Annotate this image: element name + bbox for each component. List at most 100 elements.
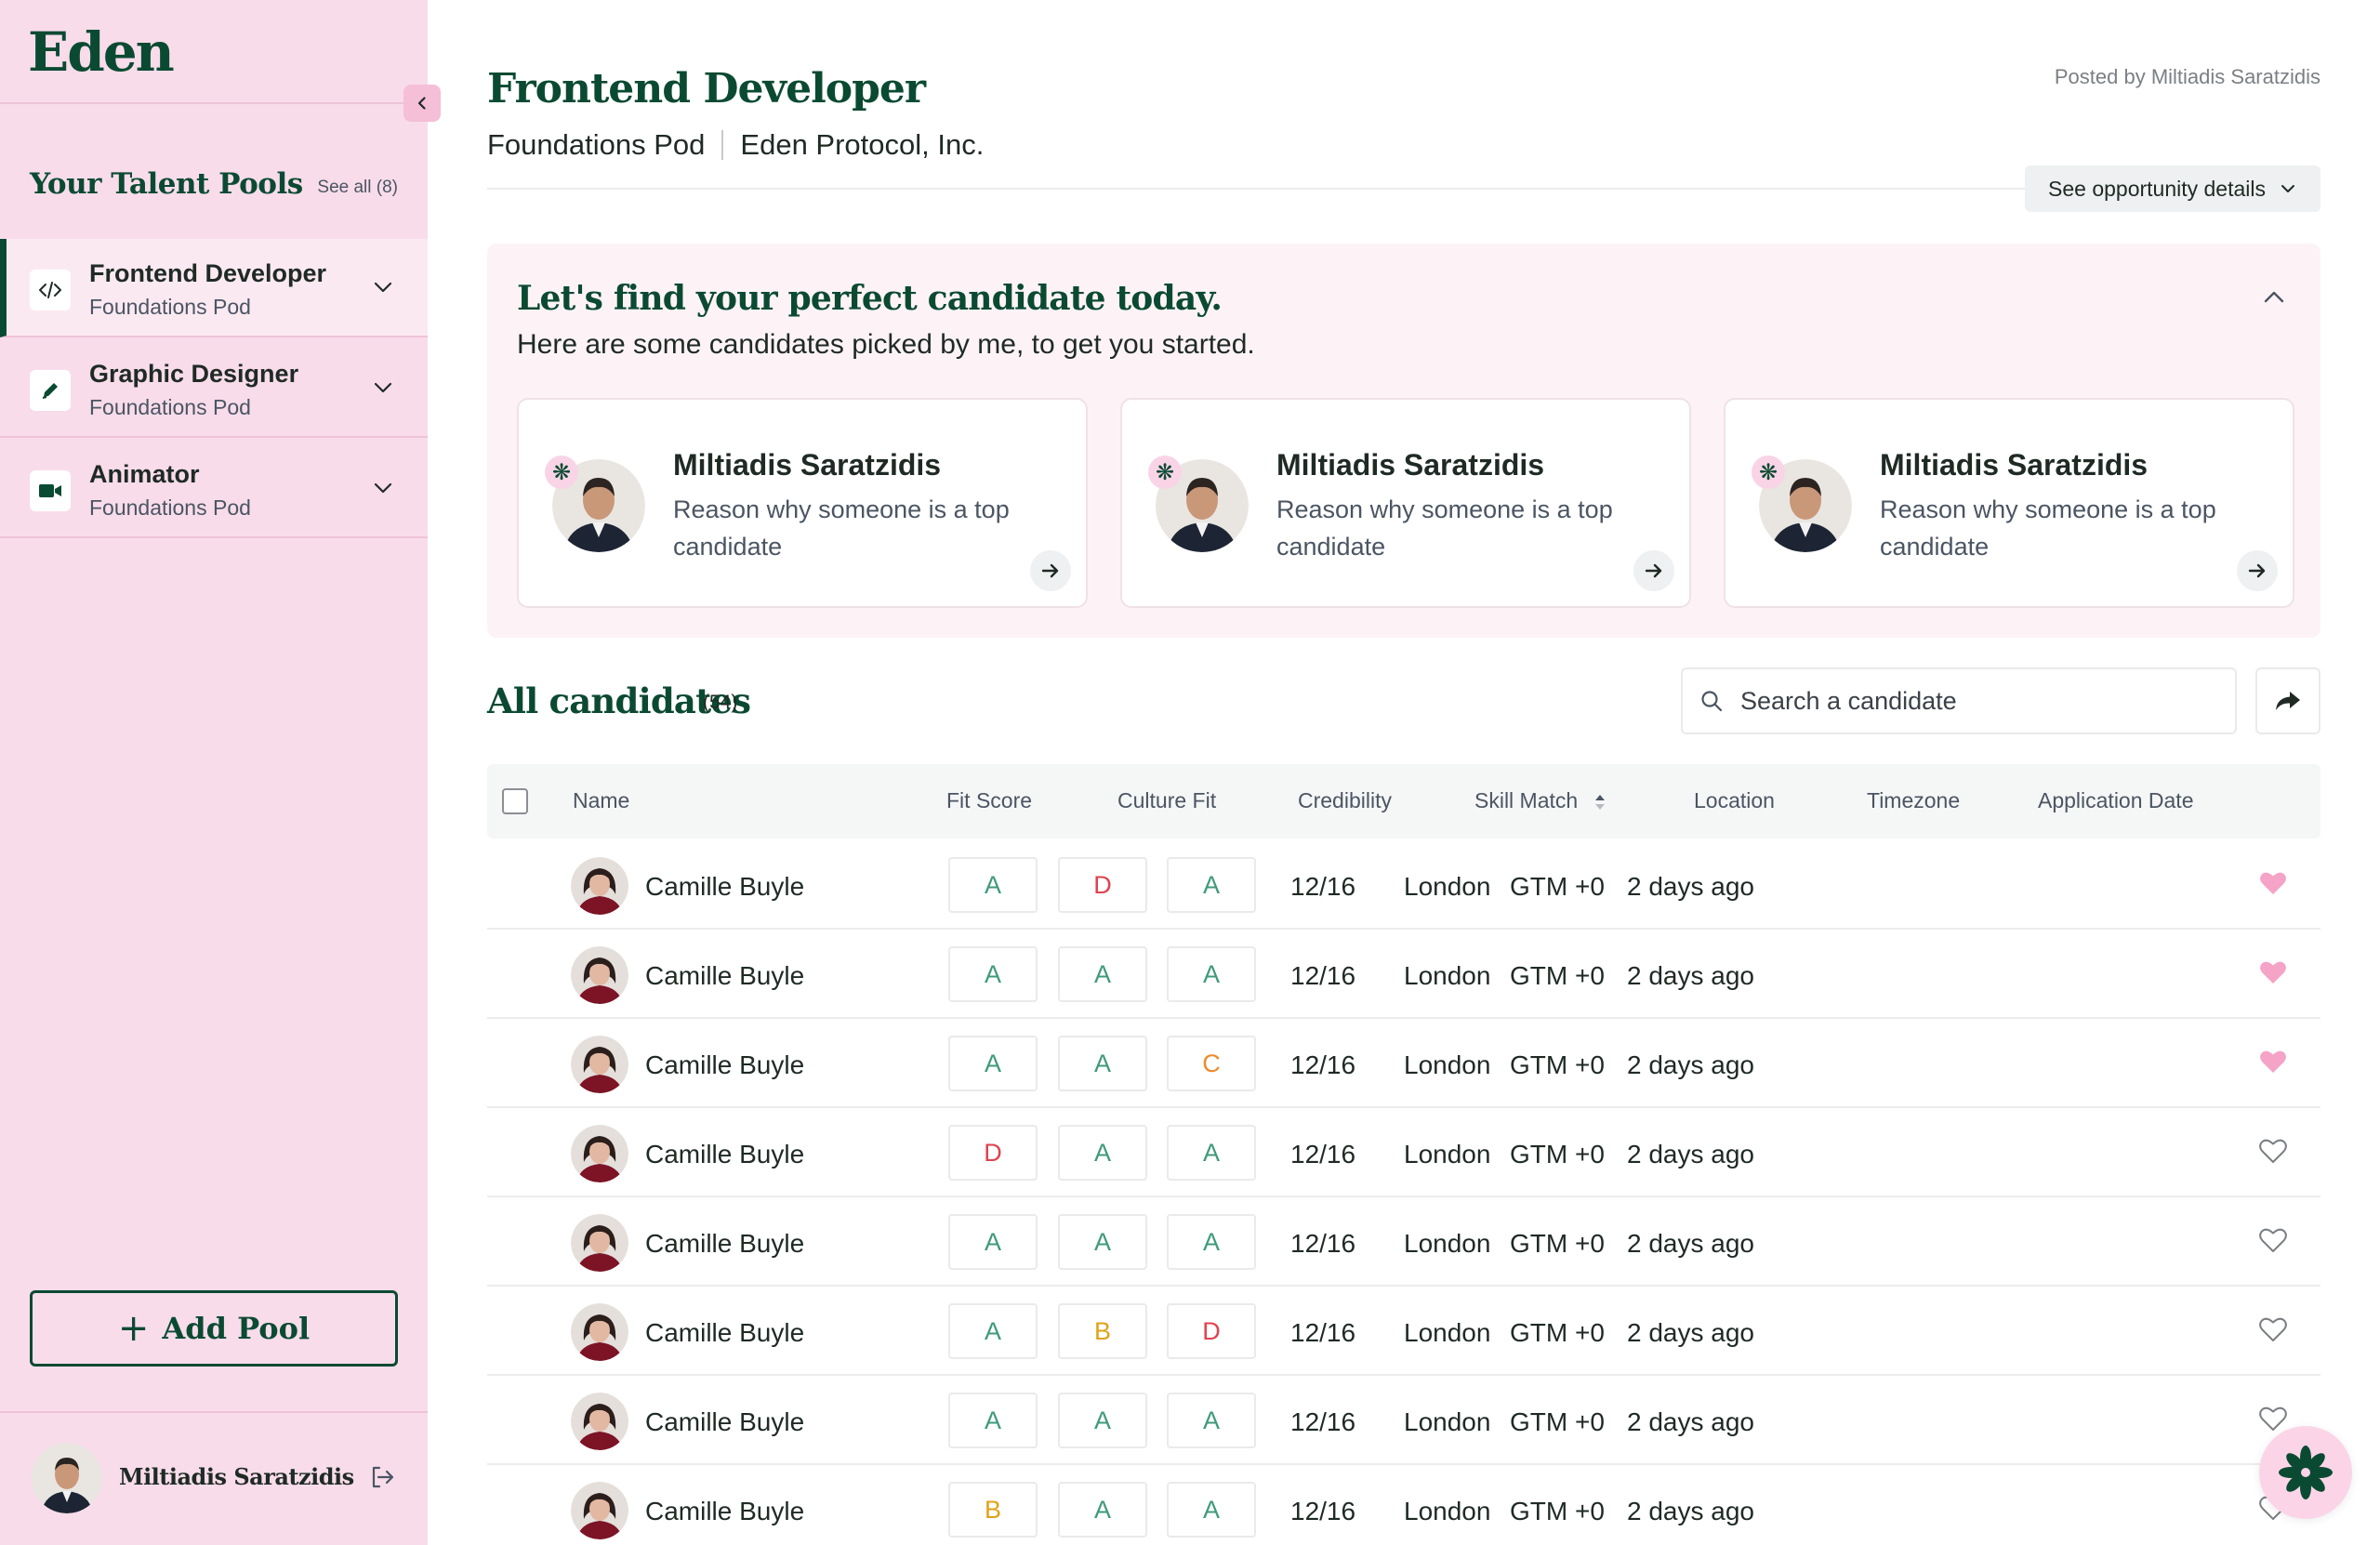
candidate-name: Miltiadis Saratzidis bbox=[673, 448, 942, 482]
timezone-value: GTM +0 bbox=[1510, 1050, 1605, 1079]
application-date-value: 2 days ago bbox=[1627, 1497, 1754, 1525]
table-row[interactable]: Camille Buyle A A A 12/16 London GTM +0 2 days … bbox=[487, 1376, 2320, 1465]
chevron-down-icon[interactable] bbox=[372, 276, 394, 298]
chevron-down-icon[interactable] bbox=[372, 376, 394, 399]
search-box[interactable] bbox=[1681, 667, 2237, 734]
open-candidate-button[interactable] bbox=[1030, 550, 1071, 591]
avatar[interactable] bbox=[32, 1443, 102, 1513]
see-all-link[interactable]: See all (8) bbox=[317, 178, 398, 198]
chevron-up-icon[interactable] bbox=[2261, 284, 2287, 310]
divider bbox=[721, 130, 724, 160]
heart-filled-icon[interactable] bbox=[2259, 959, 2287, 985]
candidate-reason: Reason why someone is a top candidate bbox=[1880, 495, 2216, 561]
suggest-title: Let's find your perfect candidate today. bbox=[517, 279, 1223, 318]
candidate-name[interactable]: Camille Buyle bbox=[645, 1229, 804, 1259]
location-value: London bbox=[1404, 1140, 1491, 1169]
eden-asterisk-icon bbox=[2279, 1446, 2333, 1499]
timezone-value: GTM +0 bbox=[1510, 1140, 1605, 1169]
candidate-name[interactable]: Camille Buyle bbox=[645, 1497, 804, 1526]
skill-match-value: 12/16 bbox=[1290, 961, 1356, 990]
culture-fit-badge: A bbox=[1058, 1214, 1147, 1270]
table-row[interactable]: Camille Buyle A A A 12/16 London GTM +0 2 days … bbox=[487, 1197, 2320, 1287]
collapse-sidebar-button[interactable] bbox=[403, 85, 441, 122]
column-location[interactable]: Location bbox=[1694, 788, 1775, 813]
table-row[interactable]: Camille Buyle B A A 12/16 London GTM +0 2 days … bbox=[487, 1465, 2320, 1545]
avatar bbox=[571, 1482, 628, 1539]
eden-asterisk-icon: ❋ bbox=[1148, 456, 1182, 489]
skill-match-value: 12/16 bbox=[1290, 1497, 1356, 1525]
heart-filled-icon[interactable] bbox=[2259, 870, 2287, 896]
pool-name: Frontend Developer bbox=[89, 259, 327, 287]
column-name[interactable]: Name bbox=[573, 788, 629, 813]
add-pool-label: Add Pool bbox=[162, 1311, 311, 1346]
select-all-checkbox[interactable] bbox=[502, 788, 528, 814]
page-title: Frontend Developer bbox=[487, 65, 926, 112]
arrow-right-icon bbox=[1645, 563, 1662, 578]
column-culture-fit[interactable]: Culture Fit bbox=[1117, 788, 1216, 813]
eden-assistant-button[interactable] bbox=[2259, 1426, 2352, 1519]
eden-logo[interactable]: Eden bbox=[28, 20, 175, 84]
column-application-date[interactable]: Application Date bbox=[2038, 788, 2194, 813]
table-row[interactable]: Camille Buyle D A A 12/16 London GTM +0 2 days … bbox=[487, 1108, 2320, 1197]
heart-outline-icon[interactable] bbox=[2259, 1227, 2287, 1253]
heart-outline-icon[interactable] bbox=[2259, 1138, 2287, 1164]
open-candidate-button[interactable] bbox=[1633, 550, 1674, 591]
location-value: London bbox=[1404, 1050, 1491, 1079]
candidate-name[interactable]: Camille Buyle bbox=[645, 1050, 804, 1080]
suggested-candidate-card[interactable]: ❋ Miltiadis Saratzidis Reason why someon… bbox=[517, 398, 1088, 608]
table-row[interactable]: Camille Buyle A B D 12/16 London GTM +0 2 days … bbox=[487, 1287, 2320, 1376]
suggested-candidate-card[interactable]: ❋ Miltiadis Saratzidis Reason why someon… bbox=[1724, 398, 2294, 608]
open-candidate-button[interactable] bbox=[2237, 550, 2278, 591]
location-value: London bbox=[1404, 961, 1491, 990]
avatar bbox=[571, 857, 628, 915]
culture-fit-badge: B bbox=[1058, 1303, 1147, 1359]
pool-item-graphic-designer[interactable]: Graphic Designer Foundations Pod bbox=[0, 339, 428, 438]
avatar bbox=[571, 1393, 628, 1450]
candidate-name[interactable]: Camille Buyle bbox=[645, 872, 804, 902]
logout-icon[interactable] bbox=[368, 1463, 396, 1491]
candidate-name: Miltiadis Saratzidis bbox=[1880, 448, 2149, 482]
pool-item-animator[interactable]: Animator Foundations Pod bbox=[0, 440, 428, 538]
heart-outline-icon[interactable] bbox=[2259, 1316, 2287, 1342]
candidate-reason: Reason why someone is a top candidate bbox=[673, 495, 1010, 561]
credibility-badge: A bbox=[1167, 1214, 1256, 1270]
suggested-candidate-card[interactable]: ❋ Miltiadis Saratzidis Reason why someon… bbox=[1120, 398, 1691, 608]
code-icon bbox=[30, 270, 71, 310]
column-timezone[interactable]: Timezone bbox=[1867, 788, 1960, 813]
posted-by: Posted by Miltiadis Saratzidis bbox=[2054, 65, 2320, 88]
fit-score-badge: A bbox=[948, 1393, 1038, 1448]
chevron-down-icon[interactable] bbox=[372, 477, 394, 499]
details-label: See opportunity details bbox=[2048, 176, 2266, 201]
candidate-name[interactable]: Camille Buyle bbox=[645, 1140, 804, 1169]
table-row[interactable]: Camille Buyle A A A 12/16 London GTM +0 2 days … bbox=[487, 930, 2320, 1019]
application-date-value: 2 days ago bbox=[1627, 1050, 1754, 1079]
skill-match-value: 12/16 bbox=[1290, 1318, 1356, 1347]
column-skill-match[interactable]: Skill Match bbox=[1474, 788, 1606, 813]
avatar bbox=[571, 946, 628, 1004]
heart-filled-icon[interactable] bbox=[2259, 1049, 2287, 1075]
candidate-name[interactable]: Camille Buyle bbox=[645, 961, 804, 991]
sort-icon[interactable] bbox=[1593, 793, 1606, 812]
column-fit-score[interactable]: Fit Score bbox=[946, 788, 1032, 813]
job-subtitle: Foundations Pod Eden Protocol, Inc. bbox=[487, 128, 984, 162]
location-value: London bbox=[1404, 1407, 1491, 1436]
candidate-name[interactable]: Camille Buyle bbox=[645, 1318, 804, 1348]
culture-fit-badge: A bbox=[1058, 946, 1147, 1002]
credibility-badge: D bbox=[1167, 1303, 1256, 1359]
share-button[interactable] bbox=[2255, 667, 2320, 734]
application-date-value: 2 days ago bbox=[1627, 1407, 1754, 1436]
skill-match-value: 12/16 bbox=[1290, 1229, 1356, 1258]
candidate-name[interactable]: Camille Buyle bbox=[645, 1407, 804, 1437]
search-input[interactable] bbox=[1740, 686, 2205, 716]
table-row[interactable]: Camille Buyle A D A 12/16 London GTM +0 2 days … bbox=[487, 840, 2320, 930]
culture-fit-badge: A bbox=[1058, 1036, 1147, 1091]
candidate-reason: Reason why someone is a top candidate bbox=[1276, 495, 1613, 561]
add-pool-button[interactable]: + Add Pool bbox=[30, 1290, 398, 1367]
see-opportunity-details-button[interactable]: See opportunity details bbox=[2025, 165, 2320, 212]
timezone-value: GTM +0 bbox=[1510, 1229, 1605, 1258]
column-credibility[interactable]: Credibility bbox=[1298, 788, 1392, 813]
credibility-badge: A bbox=[1167, 1393, 1256, 1448]
table-row[interactable]: Camille Buyle A A C 12/16 London GTM +0 2 days … bbox=[487, 1019, 2320, 1108]
heart-outline-icon[interactable] bbox=[2259, 1406, 2287, 1432]
pool-item-frontend-developer[interactable]: Frontend Developer Foundations Pod bbox=[0, 239, 428, 337]
